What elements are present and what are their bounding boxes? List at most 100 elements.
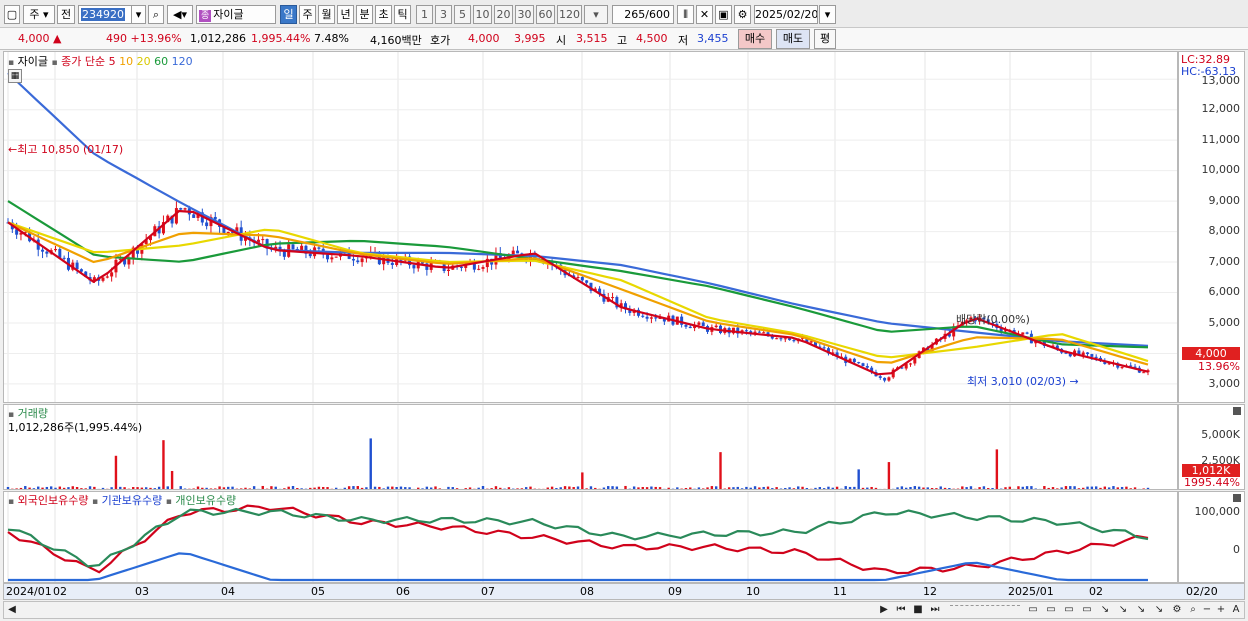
- count-field[interactable]: 265/600: [612, 5, 674, 24]
- candle-body: [714, 325, 718, 328]
- volume-bar: [961, 486, 964, 489]
- candle-body: [1086, 352, 1090, 355]
- period-day[interactable]: 일: [280, 5, 297, 24]
- scroll-right-icon[interactable]: ▶: [877, 603, 891, 617]
- first-icon[interactable]: ⏮: [894, 603, 908, 617]
- holdings-panel[interactable]: ▪ 외국인보유수량 ▪ 기관보유수량 ▪ 개인보유수량: [3, 491, 1178, 583]
- legend-ma-120: 120: [171, 55, 193, 68]
- interval-10[interactable]: 10: [473, 5, 492, 24]
- volume-bar: [689, 487, 692, 489]
- buy-button[interactable]: 매수: [738, 29, 772, 49]
- volume-ratio: 1,995.44%: [251, 32, 311, 45]
- volume-bar: [214, 488, 217, 489]
- volume-bar: [352, 486, 355, 489]
- volume-bar: [645, 487, 649, 489]
- interval-1[interactable]: 1: [416, 5, 433, 24]
- volume-panel[interactable]: ▪ 거래량 1,012,286주(1,995.44%): [3, 404, 1178, 490]
- turnover-rate: 7.48%: [314, 32, 349, 45]
- period-month[interactable]: 월: [318, 5, 335, 24]
- candle-body: [822, 347, 826, 349]
- volume-bar: [58, 486, 62, 489]
- speaker-icon[interactable]: ◀▾: [167, 5, 193, 24]
- interval-20[interactable]: 20: [494, 5, 513, 24]
- period-second[interactable]: 초: [375, 5, 392, 24]
- interval-3[interactable]: 3: [435, 5, 452, 24]
- volume-bar: [1043, 486, 1046, 489]
- date-label: 12: [923, 585, 937, 598]
- sell-button[interactable]: 매도: [776, 29, 810, 49]
- volume-bar: [572, 487, 575, 489]
- zoom-search-icon[interactable]: ⌕: [1186, 603, 1200, 617]
- chart-scrollbar[interactable]: ◀ ▶ ⏮ ■ ⏭ ▭ ▭ ▭ ▭ ↘ ↘ ↘ ↘ ⚙ ⌕ − + A: [3, 601, 1245, 619]
- volume-bar: [1112, 486, 1115, 489]
- candle-body: [585, 280, 589, 283]
- interval-dropdown[interactable]: ▾: [584, 5, 608, 24]
- calendar-icon[interactable]: ▦: [8, 69, 22, 83]
- bid-price: 3,995: [514, 32, 546, 45]
- volume-bar: [75, 487, 79, 489]
- window-icon[interactable]: ▢: [4, 5, 20, 24]
- y-tick: 6,000: [1208, 285, 1241, 298]
- zoom-in-icon[interactable]: +: [1214, 603, 1228, 617]
- code-dropdown-icon[interactable]: ▾: [131, 5, 146, 24]
- settings-icon[interactable]: ⚙: [1170, 603, 1184, 617]
- volume-bar: [1120, 486, 1124, 489]
- font-size-icon[interactable]: A: [1229, 603, 1243, 617]
- market-select[interactable]: 주 ▾: [23, 5, 55, 24]
- panel-close-icon[interactable]: [1233, 494, 1241, 502]
- interval-30[interactable]: 30: [515, 5, 534, 24]
- period-week[interactable]: 주: [299, 5, 316, 24]
- avg-button[interactable]: 평: [814, 29, 836, 49]
- volume-bar: [291, 485, 295, 489]
- volume-bar: [283, 488, 286, 489]
- volume-bar: [607, 486, 610, 489]
- volume-bar: [192, 488, 195, 489]
- prev-button[interactable]: 전: [57, 5, 75, 24]
- stock-name: 자이글: [213, 8, 244, 21]
- current-pct-tag: 13.96%: [1198, 360, 1240, 373]
- volume-bar: [818, 487, 822, 489]
- draw-line-icon[interactable]: ↘: [1116, 603, 1130, 617]
- name-badge: 종: [199, 10, 212, 22]
- draw-line-icon[interactable]: ↘: [1134, 603, 1148, 617]
- tool-icon[interactable]: ▭: [1062, 603, 1076, 617]
- volume-bar: [378, 486, 381, 489]
- period-tick[interactable]: 틱: [394, 5, 411, 24]
- search-icon[interactable]: ⌕: [148, 5, 164, 24]
- crosshair-icon[interactable]: ✕: [696, 5, 713, 24]
- last-icon[interactable]: ⏭: [928, 603, 942, 617]
- volume-bar: [1064, 486, 1068, 489]
- interval-5[interactable]: 5: [454, 5, 471, 24]
- volume-bar: [524, 487, 528, 489]
- draw-line-icon[interactable]: ↘: [1152, 603, 1166, 617]
- candle-icon[interactable]: ⫴: [677, 5, 694, 24]
- volume-bar: [965, 487, 968, 489]
- volume-bar: [153, 488, 157, 489]
- save-icon[interactable]: ▣: [715, 5, 732, 24]
- panel-close-icon[interactable]: [1233, 407, 1241, 415]
- stop-icon[interactable]: ■: [911, 603, 925, 617]
- tool-icon[interactable]: ▭: [1026, 603, 1040, 617]
- draw-line-icon[interactable]: ↘: [1098, 603, 1112, 617]
- date-label: 07: [481, 585, 495, 598]
- y-tick: 0: [1233, 543, 1240, 556]
- interval-60[interactable]: 60: [536, 5, 555, 24]
- period-year[interactable]: 년: [337, 5, 354, 24]
- volume-bar: [347, 486, 351, 489]
- volume-bar: [861, 487, 865, 489]
- scroll-left-icon[interactable]: ◀: [5, 603, 19, 617]
- price-chart-panel[interactable]: ▪ 자이글 ▪ 종가 단순 5 10 20 60 120 ▦ ←최고 10,85…: [3, 51, 1178, 403]
- period-minute[interactable]: 분: [356, 5, 373, 24]
- tool-icon[interactable]: ▭: [1044, 603, 1058, 617]
- interval-120[interactable]: 120: [557, 5, 582, 24]
- date-input[interactable]: 2025/02/20: [754, 5, 818, 24]
- y-tick: 3,000: [1208, 377, 1241, 390]
- volume-bar: [585, 488, 588, 489]
- zoom-track[interactable]: [950, 605, 1020, 615]
- stock-name-field[interactable]: 종 자이글: [196, 5, 276, 24]
- zoom-out-icon[interactable]: −: [1200, 603, 1214, 617]
- gear-icon[interactable]: ⚙: [734, 5, 751, 24]
- date-dropdown-icon[interactable]: ▾: [819, 5, 836, 24]
- volume-bar: [244, 487, 247, 489]
- tool-icon[interactable]: ▭: [1080, 603, 1094, 617]
